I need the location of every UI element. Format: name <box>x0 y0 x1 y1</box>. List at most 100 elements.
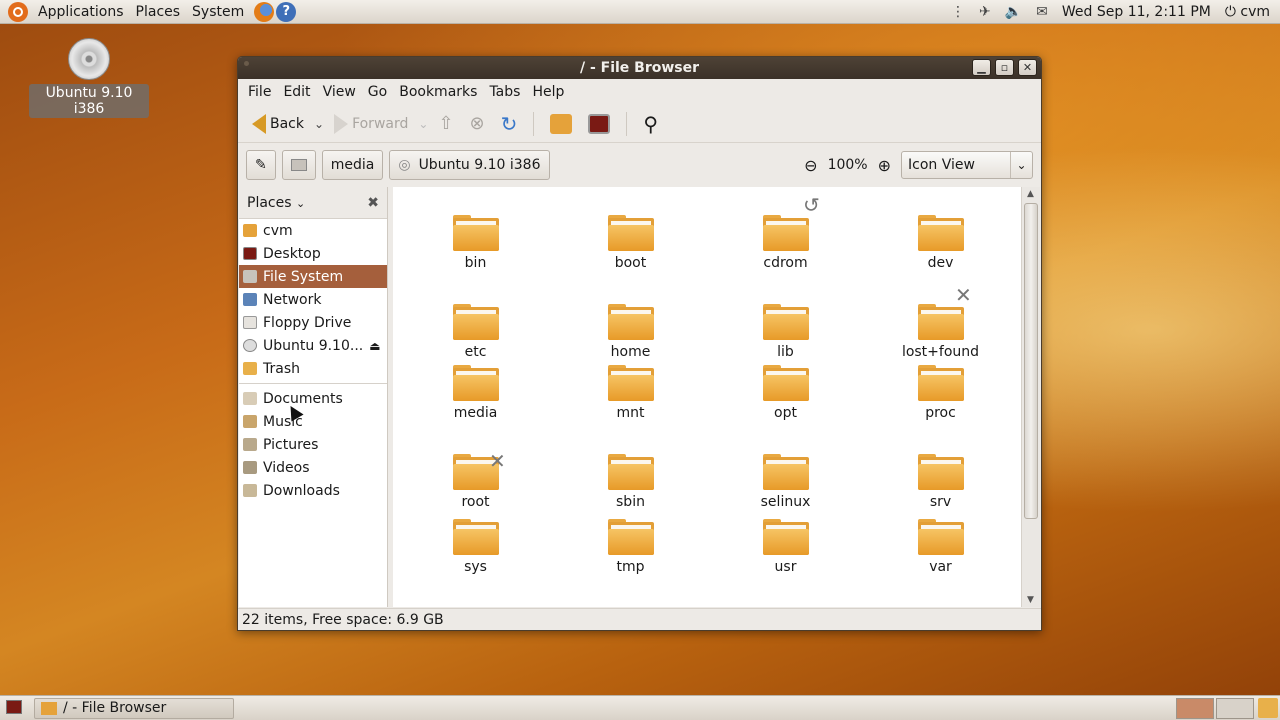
menu-tabs[interactable]: Tabs <box>483 84 526 100</box>
show-desktop-icon[interactable] <box>6 700 22 714</box>
sidebar-item-desktop[interactable]: Desktop <box>239 242 387 265</box>
scroll-down-icon[interactable]: ▼ <box>1027 595 1034 605</box>
file-icon-view[interactable]: bin boot cdrom dev etc home lib lost+found media… <box>393 187 1021 607</box>
sidebar-item-videos[interactable]: Videos <box>239 456 387 479</box>
back-button[interactable]: Back <box>246 110 310 138</box>
menu-file[interactable]: File <box>242 84 277 100</box>
scrollbar-thumb[interactable] <box>1024 203 1038 519</box>
minimize-button[interactable]: ▁ <box>972 59 991 76</box>
back-history-dropdown[interactable]: ⌄ <box>314 117 324 131</box>
file-item[interactable]: srv <box>863 442 1018 519</box>
path-cdrom-button[interactable]: ◎ Ubuntu 9.10 i386 <box>389 150 550 180</box>
reload-button[interactable]: ↻ <box>495 108 524 140</box>
file-item[interactable]: usr <box>708 519 863 596</box>
ubuntu-logo-icon[interactable] <box>8 1 28 22</box>
sidebar-type-select[interactable]: Places ⌄ <box>247 195 305 211</box>
close-button[interactable]: ✕ <box>1018 59 1037 76</box>
scroll-up-icon[interactable]: ▲ <box>1027 189 1034 199</box>
file-item[interactable]: proc <box>863 365 1018 442</box>
workspace-2[interactable] <box>1216 697 1254 719</box>
separator-handle-icon: ⋮ <box>951 3 965 20</box>
clock[interactable]: Wed Sep 11, 2:11 PM <box>1062 4 1211 20</box>
sidebar-item-cvm[interactable]: cvm <box>239 219 387 242</box>
window-titlebar[interactable]: / - File Browser ▁ ▫ ✕ <box>238 57 1041 79</box>
file-item[interactable]: bin <box>398 187 553 276</box>
places-menu[interactable]: Places <box>130 4 187 20</box>
file-item[interactable]: opt <box>708 365 863 442</box>
file-item[interactable]: tmp <box>553 519 708 596</box>
menu-edit[interactable]: Edit <box>277 84 316 100</box>
top-menu: Applications Places System <box>32 0 250 24</box>
file-item[interactable]: media <box>398 365 553 442</box>
home-folder-icon <box>243 224 257 237</box>
view-mode-select[interactable]: Icon View ⌄ <box>901 151 1033 179</box>
file-item[interactable]: home <box>553 276 708 365</box>
path-media-button[interactable]: media <box>321 150 384 180</box>
sidebar-item-trash[interactable]: Trash <box>239 357 387 380</box>
edit-location-button[interactable]: ✎ <box>246 150 276 180</box>
file-item[interactable]: dev <box>863 187 1018 276</box>
network-icon[interactable]: ✈ <box>979 4 991 20</box>
zoom-controls: ⊖ 100% ⊕ Icon View ⌄ <box>804 151 1041 179</box>
sidebar-item-pictures[interactable]: Pictures <box>239 433 387 456</box>
folder-icon <box>41 701 57 715</box>
close-sidebar-icon[interactable]: ✖ <box>367 195 379 211</box>
search-button[interactable]: ⚲ <box>637 108 664 140</box>
back-arrow-icon <box>252 113 266 134</box>
file-item[interactable]: root <box>398 442 553 519</box>
forward-button[interactable]: Forward <box>328 110 414 138</box>
trash-icon[interactable] <box>1258 698 1278 718</box>
up-button[interactable]: ⇧ <box>432 109 459 138</box>
vertical-scrollbar[interactable]: ▲ ▼ <box>1021 187 1040 607</box>
file-name: bin <box>464 255 487 271</box>
file-item[interactable]: var <box>863 519 1018 596</box>
desktop-icon-label: Ubuntu 9.10 i386 <box>29 84 149 118</box>
user-menu[interactable]: ⏻ cvm <box>1225 4 1270 20</box>
menu-view[interactable]: View <box>317 84 362 100</box>
sidebar-item-network[interactable]: Network <box>239 288 387 311</box>
file-item[interactable]: boot <box>553 187 708 276</box>
path-root-button[interactable] <box>281 150 316 180</box>
file-item[interactable]: lost+found <box>863 276 1018 365</box>
sidebar-item-floppy[interactable]: Floppy Drive <box>239 311 387 334</box>
window-menu-icon[interactable] <box>244 61 249 66</box>
forward-history-dropdown[interactable]: ⌄ <box>418 117 428 131</box>
firefox-icon[interactable] <box>254 1 275 22</box>
computer-button[interactable] <box>582 110 616 138</box>
sidebar-item-file-system[interactable]: File System <box>239 265 387 288</box>
sidebar-item-downloads[interactable]: Downloads <box>239 479 387 502</box>
file-item[interactable]: cdrom <box>708 187 863 276</box>
file-item[interactable]: mnt <box>553 365 708 442</box>
sidebar-item-ubuntu-cd[interactable]: Ubuntu 9.10... ⏏ <box>239 334 387 357</box>
file-item[interactable]: sbin <box>553 442 708 519</box>
workspace-switcher <box>1176 697 1254 719</box>
maximize-button[interactable]: ▫ <box>995 59 1014 76</box>
sidebar-item-music[interactable]: Music <box>239 410 387 433</box>
menu-bookmarks[interactable]: Bookmarks <box>393 84 483 100</box>
file-item[interactable]: lib <box>708 276 863 365</box>
zoom-in-icon[interactable]: ⊕ <box>878 156 891 175</box>
volume-icon[interactable]: 🔈 <box>1005 4 1022 20</box>
mail-icon[interactable]: ✉ <box>1036 4 1048 20</box>
folder-icon <box>762 454 809 490</box>
file-item[interactable]: sys <box>398 519 553 596</box>
file-item[interactable]: etc <box>398 276 553 365</box>
eject-icon[interactable]: ⏏ <box>369 339 380 353</box>
stop-button[interactable]: ⊗ <box>464 109 491 138</box>
help-icon[interactable]: ? <box>276 1 297 22</box>
zoom-out-icon[interactable]: ⊖ <box>804 156 817 175</box>
desktop-cd-icon-item[interactable]: Ubuntu 9.10 i386 <box>29 38 149 118</box>
home-button[interactable] <box>544 110 578 138</box>
sidebar-item-label: Pictures <box>263 436 319 453</box>
menu-go[interactable]: Go <box>362 84 393 100</box>
workspace-1[interactable] <box>1176 697 1214 719</box>
file-item[interactable]: selinux <box>708 442 863 519</box>
sidebar-item-documents[interactable]: Documents <box>239 387 387 410</box>
taskbar-item-file-browser[interactable]: / - File Browser <box>34 697 234 719</box>
chevron-down-icon: ⌄ <box>1010 152 1032 178</box>
zoom-level[interactable]: 100% <box>828 157 868 173</box>
applications-menu[interactable]: Applications <box>32 4 130 20</box>
menu-help[interactable]: Help <box>526 84 570 100</box>
system-menu[interactable]: System <box>186 4 250 20</box>
computer-icon <box>588 113 611 134</box>
